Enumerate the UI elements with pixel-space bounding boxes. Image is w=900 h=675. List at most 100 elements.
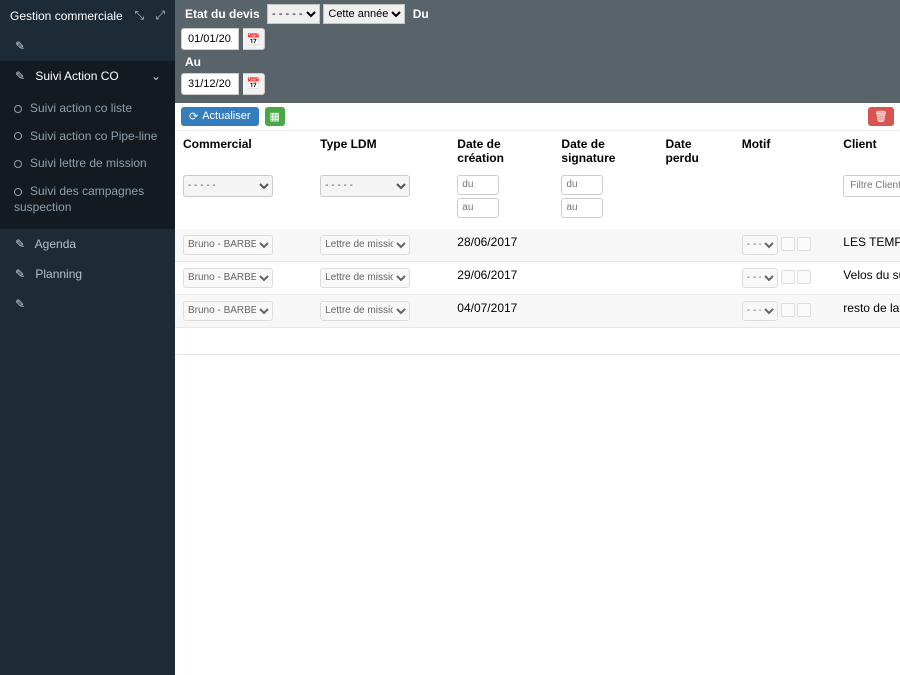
etat-devis-select[interactable]: - - - - - xyxy=(267,4,320,24)
cell-client: Velos du sud xyxy=(835,261,900,294)
table-row[interactable]: Bruno - BARBERA Lettre de mission BN 28/06… xyxy=(175,229,900,262)
th-motif[interactable]: Motif xyxy=(734,131,836,171)
calendar-icon: 📅 xyxy=(247,34,261,46)
row-checkbox-1[interactable] xyxy=(781,303,795,317)
row-checkbox-2[interactable] xyxy=(797,303,811,317)
row-checkbox-2[interactable] xyxy=(797,237,811,251)
table-scroll[interactable]: Commercial Type LDM Date de création Dat… xyxy=(175,131,900,675)
periode-select[interactable]: Cette année xyxy=(323,4,405,24)
row-checkbox-2[interactable] xyxy=(797,270,811,284)
top-filter-bar: Etat du devis - - - - - Cette année Du 📅… xyxy=(175,0,900,103)
table-row[interactable]: Bruno - BARBERA Lettre de mission BN 29/06… xyxy=(175,261,900,294)
edit-icon: ✎ xyxy=(14,297,26,311)
th-commercial[interactable]: Commercial xyxy=(175,131,312,171)
cell-date-signature xyxy=(553,229,657,262)
sub-item-lettre[interactable]: Suivi lettre de mission xyxy=(0,150,175,178)
export-button[interactable]: ▦ xyxy=(265,107,285,126)
filter-signature-du[interactable] xyxy=(561,175,603,195)
main-panel: Etat du devis - - - - - Cette année Du 📅… xyxy=(175,0,900,675)
filter-creation-au[interactable] xyxy=(457,198,499,218)
delete-button[interactable]: 🗑 xyxy=(868,107,894,126)
app-title-bar: Gestion commerciale ⤡ ⤢ xyxy=(0,0,175,31)
calendar-du-button[interactable]: 📅 xyxy=(243,28,265,50)
excel-icon: ▦ xyxy=(270,111,280,123)
date-du-input[interactable] xyxy=(181,28,239,50)
filter-creation-du[interactable] xyxy=(457,175,499,195)
chevron-down-icon: ⌄ xyxy=(151,69,161,83)
date-au-input[interactable] xyxy=(181,73,239,95)
row-motif-select[interactable]: - - - xyxy=(742,268,778,288)
row-type-select[interactable]: Lettre de mission BN xyxy=(320,235,410,255)
calendar-icon: 📅 xyxy=(247,78,261,90)
th-date-creation[interactable]: Date de création xyxy=(449,131,553,171)
sub-item-label: Suivi des campagnes suspection xyxy=(14,184,144,214)
th-client[interactable]: Client xyxy=(835,131,900,171)
cell-date-creation: 04/07/2017 xyxy=(449,294,553,327)
circle-icon xyxy=(14,105,22,113)
sidebar-item-blank-2[interactable]: ✎ xyxy=(0,289,175,319)
trash-icon: 🗑 xyxy=(874,111,888,123)
row-commercial-select[interactable]: Bruno - BARBERA xyxy=(183,268,273,288)
au-label: Au xyxy=(185,55,201,69)
sidebar-item-label: Agenda xyxy=(35,237,76,251)
th-date-perdu[interactable]: Date perdu xyxy=(658,131,734,171)
sidebar-item-planning[interactable]: ✎ Planning xyxy=(0,259,175,289)
table-row[interactable]: Bruno - BARBERA Lettre de mission BN 04/07… xyxy=(175,294,900,327)
edit-icon: ✎ xyxy=(14,237,26,251)
ldm-table: Commercial Type LDM Date de création Dat… xyxy=(175,131,900,355)
filter-commercial-select[interactable]: - - - - - xyxy=(183,175,273,197)
sub-item-campagnes[interactable]: Suivi des campagnes suspection xyxy=(0,178,175,221)
sidebar-item-label: Suivi Action CO xyxy=(35,69,118,83)
cell-client: resto de la plage xyxy=(835,294,900,327)
du-label: Du xyxy=(413,7,429,21)
circle-icon xyxy=(14,160,22,168)
circle-icon xyxy=(14,188,22,196)
sub-item-pipeline[interactable]: Suivi action co Pipe-line xyxy=(0,123,175,151)
sidebar-item-blank-1[interactable]: ✎ xyxy=(0,31,175,61)
app-title: Gestion commerciale xyxy=(10,9,123,23)
edit-icon: ✎ xyxy=(14,69,26,83)
filter-signature-au[interactable] xyxy=(561,198,603,218)
sidebar-item-suivi-action-co[interactable]: ✎ Suivi Action CO ⌄ xyxy=(0,61,175,91)
table-summary-row: 2 xyxy=(175,327,900,354)
sidebar-submenu: Suivi action co liste Suivi action co Pi… xyxy=(0,91,175,229)
th-type-ldm[interactable]: Type LDM xyxy=(312,131,449,171)
sub-item-label: Suivi action co liste xyxy=(30,101,132,115)
th-date-signature[interactable]: Date de signature xyxy=(553,131,657,171)
sub-item-label: Suivi action co Pipe-line xyxy=(30,129,157,143)
filter-type-select[interactable]: - - - - - xyxy=(320,175,410,197)
cell-date-signature xyxy=(553,261,657,294)
action-bar: ⟳ Actualiser ▦ 🗑 xyxy=(175,103,900,131)
circle-icon xyxy=(14,132,22,140)
row-type-select[interactable]: Lettre de mission BN xyxy=(320,301,410,321)
cell-date-perdu xyxy=(658,261,734,294)
row-checkbox-1[interactable] xyxy=(781,237,795,251)
cell-date-perdu xyxy=(658,294,734,327)
sub-item-liste[interactable]: Suivi action co liste xyxy=(0,95,175,123)
filter-client[interactable] xyxy=(843,175,900,197)
row-motif-select[interactable]: - - - xyxy=(742,235,778,255)
cell-date-perdu xyxy=(658,229,734,262)
row-motif-select[interactable]: - - - xyxy=(742,301,778,321)
collapse-icon[interactable]: ⤡ xyxy=(134,8,144,22)
cell-date-signature xyxy=(553,294,657,327)
sub-item-label: Suivi lettre de mission xyxy=(30,156,147,170)
row-checkbox-1[interactable] xyxy=(781,270,795,284)
sidebar-item-label: Planning xyxy=(35,267,82,281)
expand-icon[interactable]: ⤢ xyxy=(155,8,165,22)
sidebar: Gestion commerciale ⤡ ⤢ ✎ ✎ Suivi Action… xyxy=(0,0,175,675)
refresh-icon: ⟳ xyxy=(189,110,198,123)
sidebar-item-agenda[interactable]: ✎ Agenda xyxy=(0,229,175,259)
etat-devis-label: Etat du devis xyxy=(185,7,260,21)
cell-client: LES TEMPLIERS xyxy=(835,229,900,262)
cell-date-creation: 29/06/2017 xyxy=(449,261,553,294)
row-commercial-select[interactable]: Bruno - BARBERA xyxy=(183,235,273,255)
cell-date-creation: 28/06/2017 xyxy=(449,229,553,262)
refresh-label: Actualiser xyxy=(202,110,250,122)
row-commercial-select[interactable]: Bruno - BARBERA xyxy=(183,301,273,321)
refresh-button[interactable]: ⟳ Actualiser xyxy=(181,107,259,126)
edit-icon: ✎ xyxy=(14,267,26,281)
calendar-au-button[interactable]: 📅 xyxy=(243,73,265,95)
row-type-select[interactable]: Lettre de mission BN xyxy=(320,268,410,288)
title-actions: ⤡ ⤢ xyxy=(126,8,165,23)
